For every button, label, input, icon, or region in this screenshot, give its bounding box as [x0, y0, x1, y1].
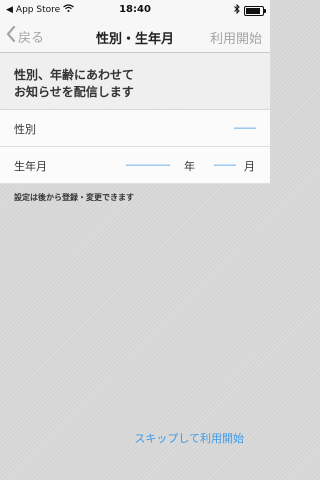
month-unit: 月 — [244, 160, 255, 173]
bluetooth-icon — [234, 3, 240, 17]
intro-line-1: 性別、年齢にあわせて — [14, 68, 135, 82]
status-right — [234, 3, 266, 17]
navigation-bar: 戻る 性別・生年月 利用開始 — [0, 20, 270, 53]
status-bar: ◀ App Store 18:40 — [0, 0, 270, 20]
status-time: 18:40 — [119, 4, 151, 15]
gender-row[interactable]: 性別 ―― — [0, 110, 270, 147]
gender-select[interactable]: ―― — [234, 121, 256, 134]
year-unit: 年 — [184, 160, 195, 173]
birth-year-select[interactable]: ―――― — [126, 158, 170, 171]
birth-row: 生年月 ―――― 年 ―― 月 — [0, 147, 270, 184]
gender-label: 性別 — [14, 123, 36, 136]
birth-label: 生年月 — [14, 160, 47, 173]
settings-note: 設定は後から登録・変更できます — [14, 193, 134, 202]
intro-text: 性別、年齢にあわせて お知らせを配信します — [14, 67, 134, 101]
intro-header: 性別、年齢にあわせて お知らせを配信します — [0, 53, 270, 109]
birth-month-select[interactable]: ―― — [214, 158, 236, 171]
battery-icon — [244, 5, 266, 16]
intro-line-2: お知らせを配信します — [14, 85, 134, 99]
skip-link[interactable]: スキップして利用開始 — [134, 430, 244, 446]
start-button[interactable]: 利用開始 — [210, 28, 262, 47]
